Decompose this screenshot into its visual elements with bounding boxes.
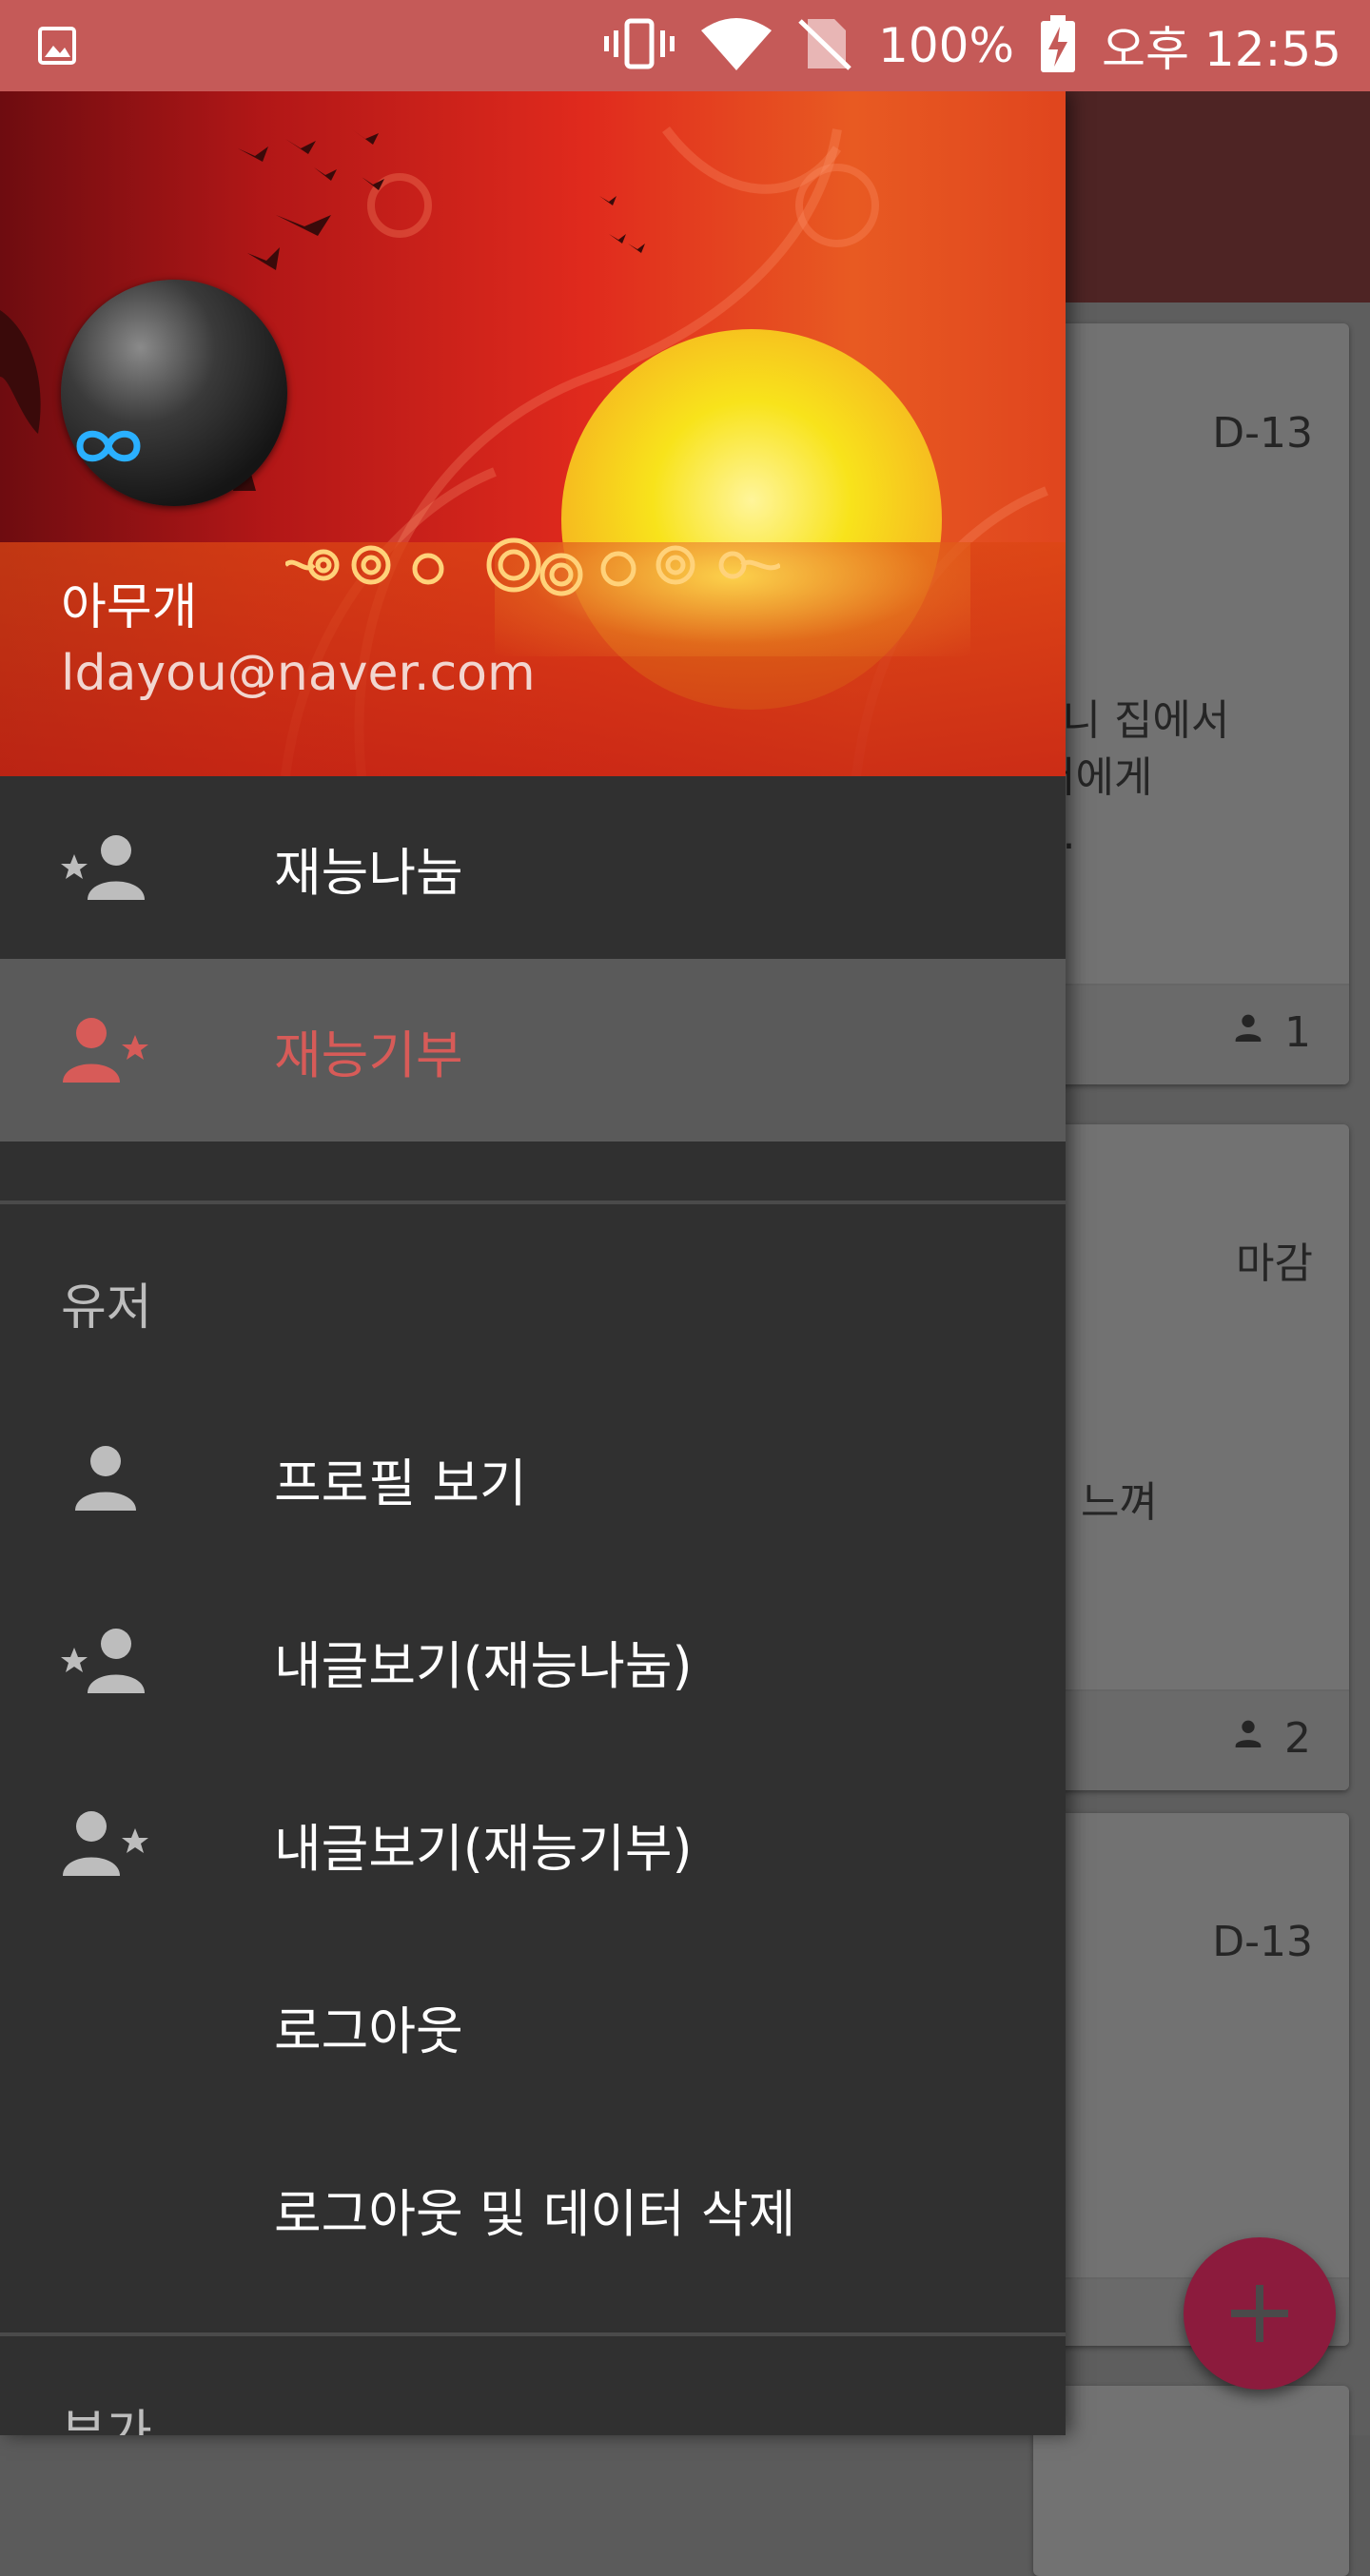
person-star-left-icon bbox=[61, 833, 150, 902]
clock: 오후 12:55 bbox=[1102, 22, 1341, 77]
menu-item-my-posts-sharing[interactable]: 내글보기(재능나눔) bbox=[0, 1570, 1066, 1752]
status-bar: 100% 오후 12:55 bbox=[0, 0, 1370, 91]
cloud-swirls bbox=[285, 537, 780, 596]
person-star-right-icon bbox=[61, 1809, 150, 1878]
participant-count: 2 bbox=[1284, 1714, 1311, 1763]
menu-item-label: 내글보기(재능기부) bbox=[274, 1818, 693, 1879]
deadline-badge: D-13 bbox=[1212, 1918, 1313, 1966]
person-icon bbox=[61, 1444, 150, 1512]
drawer-header: 아무개 ldayou@naver.com bbox=[0, 91, 1066, 776]
menu-item-label: 로그아웃 bbox=[274, 2000, 463, 2061]
menu-item-logout-delete-data[interactable]: 로그아웃 및 데이터 삭제 bbox=[0, 2117, 1066, 2300]
user-name: 아무개 bbox=[61, 579, 198, 636]
person-icon bbox=[1229, 1008, 1267, 1057]
section-header-user: 유저 bbox=[61, 1279, 152, 1337]
infinity-logo-icon bbox=[76, 430, 141, 462]
person-icon bbox=[1229, 1714, 1267, 1763]
card-footer: 1 bbox=[1033, 984, 1349, 1084]
battery-percent: 100% bbox=[878, 18, 1014, 73]
deadline-badge: D-13 bbox=[1212, 409, 1313, 458]
menu-item-view-profile[interactable]: 프로필 보기 bbox=[0, 1387, 1066, 1570]
section-header-extra: 부가 bbox=[61, 2406, 152, 2435]
vibrate-icon bbox=[604, 17, 675, 74]
user-email: ldayou@naver.com bbox=[61, 645, 536, 702]
plus-icon bbox=[1231, 2285, 1288, 2342]
post-card[interactable]: D-13 으니 집에서 저에게 다. 고 1 bbox=[1033, 323, 1349, 1084]
navigation-drawer: 아무개 ldayou@naver.com 재능나눔 재능기부 유저 프로필 보기… bbox=[0, 91, 1066, 2435]
no-sim-icon bbox=[798, 17, 851, 74]
person-star-right-icon bbox=[61, 1016, 150, 1084]
person-star-left-icon bbox=[61, 1627, 150, 1695]
deadline-badge: 마감 bbox=[1236, 1239, 1313, 1288]
image-notification-icon bbox=[38, 25, 76, 70]
battery-charging-icon bbox=[1041, 15, 1075, 76]
menu-item-label: 프로필 보기 bbox=[274, 1453, 527, 1513]
card-footer: 2 bbox=[1033, 1689, 1349, 1790]
menu-item-label: 재능나눔 bbox=[274, 842, 463, 903]
menu-item-label: 로그아웃 및 데이터 삭제 bbox=[274, 2183, 796, 2244]
avatar[interactable] bbox=[61, 280, 287, 506]
divider bbox=[0, 1200, 1066, 1204]
add-post-button[interactable] bbox=[1184, 2237, 1336, 2390]
menu-item-my-posts-donation[interactable]: 내글보기(재능기부) bbox=[0, 1752, 1066, 1935]
divider bbox=[0, 2332, 1066, 2336]
menu-item-talent-sharing[interactable]: 재능나눔 bbox=[0, 776, 1066, 959]
card-description: 느껴 bbox=[1081, 1478, 1158, 1527]
menu-item-label: 내글보기(재능나눔) bbox=[274, 1635, 693, 1696]
menu-item-talent-donation[interactable]: 재능기부 bbox=[0, 959, 1066, 1142]
card-description: 으니 집에서 저에게 다. 고 bbox=[1033, 696, 1230, 916]
post-card[interactable] bbox=[1033, 2386, 1349, 2576]
post-card[interactable]: 마감 느껴 2 bbox=[1033, 1124, 1349, 1790]
wifi-icon bbox=[701, 17, 773, 74]
menu-item-label: 재능기부 bbox=[274, 1025, 463, 1085]
participant-count: 1 bbox=[1284, 1008, 1311, 1057]
menu-item-logout[interactable]: 로그아웃 bbox=[0, 1935, 1066, 2117]
